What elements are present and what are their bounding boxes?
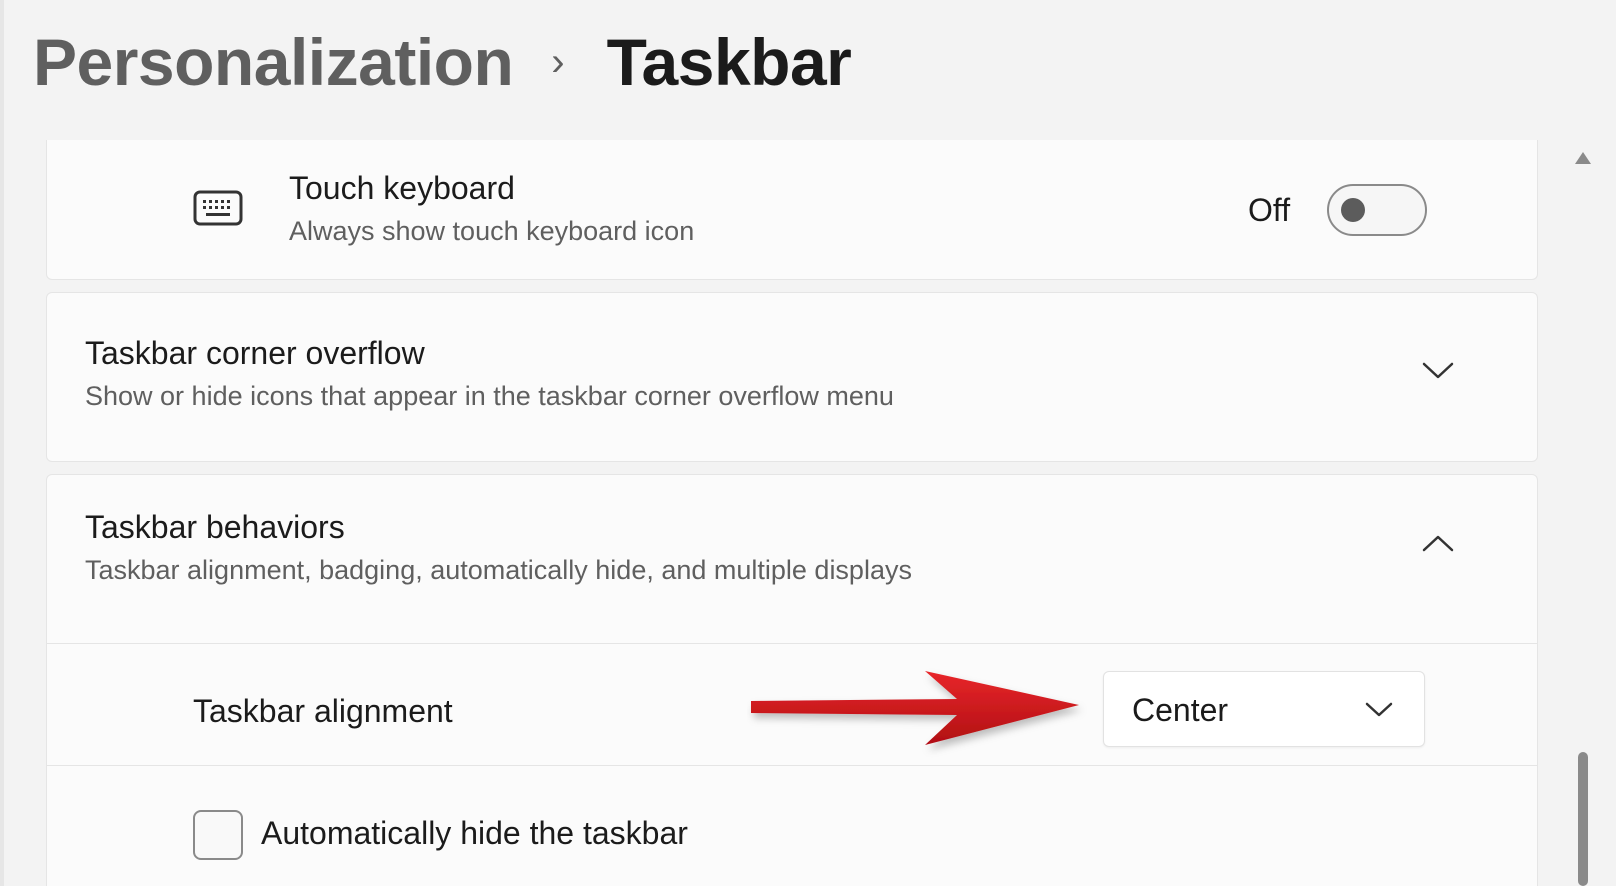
scrollbar[interactable] [1571,140,1595,886]
breadcrumb-parent[interactable]: Personalization [33,24,514,100]
red-arrow-annotation [751,671,1079,745]
auto-hide-checkbox[interactable] [193,810,243,860]
auto-hide-label[interactable]: Automatically hide the taskbar [261,815,688,852]
taskbar-behaviors-title: Taskbar behaviors [85,509,345,545]
scroll-up-arrow-icon[interactable] [1575,152,1591,164]
touch-keyboard-title: Touch keyboard [289,170,515,206]
chevron-up-icon[interactable] [1421,533,1455,553]
window-edge [0,0,4,886]
chevron-down-icon[interactable] [1421,361,1455,381]
taskbar-behaviors-card: Taskbar behaviors Taskbar alignment, bad… [46,474,1538,886]
touch-keyboard-card: Touch keyboard Always show touch keyboar… [46,140,1538,280]
dropdown-selected-value: Center [1132,692,1229,728]
taskbar-alignment-label: Taskbar alignment [193,693,453,729]
corner-overflow-subtitle: Show or hide icons that appear in the ta… [85,381,894,411]
touch-keyboard-toggle[interactable] [1327,184,1427,236]
section-divider [47,765,1537,766]
breadcrumb-separator-icon: › [551,39,565,84]
taskbar-alignment-dropdown[interactable]: Center [1103,671,1425,747]
corner-overflow-title: Taskbar corner overflow [85,335,425,371]
page-title: Taskbar [606,25,852,99]
touch-keyboard-subtitle: Always show touch keyboard icon [289,216,695,246]
chevron-down-icon [1365,702,1393,717]
scroll-thumb[interactable] [1578,752,1588,886]
toggle-knob [1341,198,1365,222]
taskbar-behaviors-subtitle: Taskbar alignment, badging, automaticall… [85,555,912,585]
section-divider [47,643,1537,644]
keyboard-icon [193,190,243,226]
breadcrumb: Personalization › Taskbar [33,22,852,102]
toggle-state-label: Off [1248,192,1291,228]
corner-overflow-card[interactable]: Taskbar corner overflow Show or hide ico… [46,292,1538,462]
